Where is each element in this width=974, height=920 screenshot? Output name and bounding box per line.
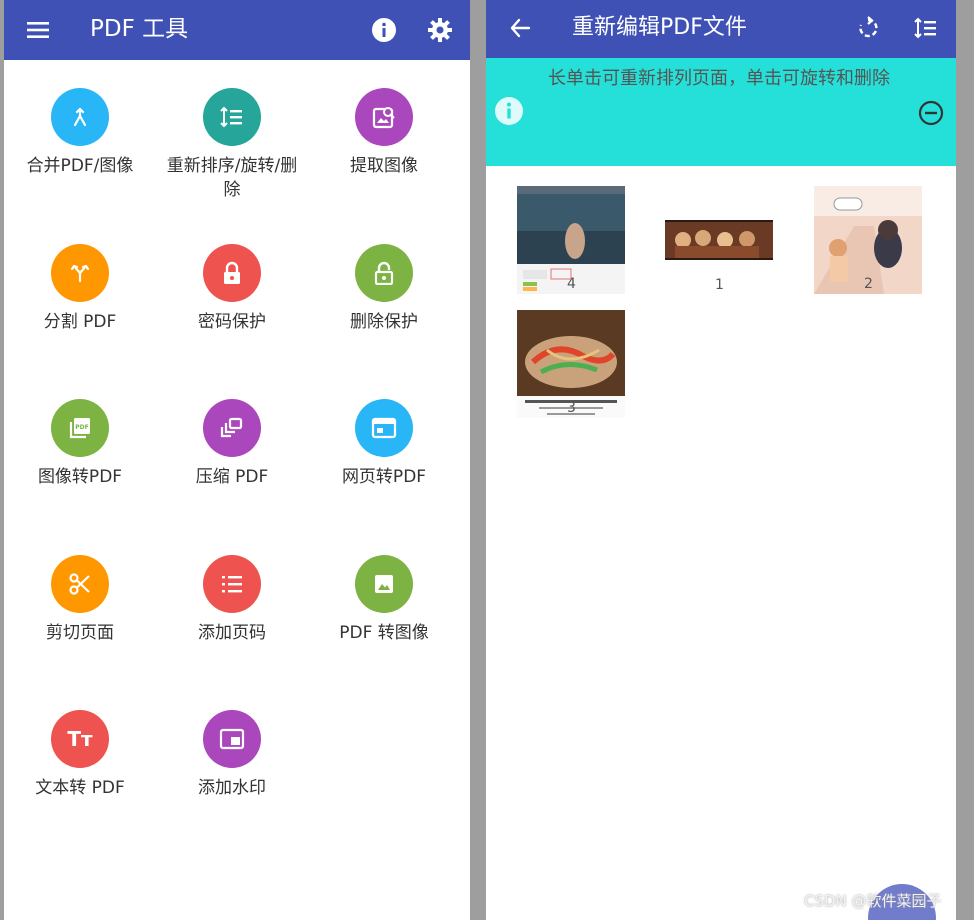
watermark-icon xyxy=(203,710,261,768)
tool-label: 分割 PDF xyxy=(43,311,117,332)
tool-image-to-pdf[interactable]: PDF 图像转PDF xyxy=(4,399,156,555)
page-thumbnail[interactable]: 2 xyxy=(814,186,922,294)
watermark: CSDN @软件菜园子 xyxy=(804,892,942,910)
tool-label: PDF 转图像 xyxy=(339,622,429,643)
tool-label: 剪切页面 xyxy=(46,622,114,643)
extract-image-icon xyxy=(355,88,413,146)
info-icon xyxy=(494,96,524,130)
info-banner: 长单击可重新排列页面，单击可旋转和删除 xyxy=(486,58,956,166)
tool-reorder[interactable]: 重新排序/旋转/删除 xyxy=(156,88,308,244)
rotate-icon[interactable] xyxy=(852,12,884,44)
scissors-icon xyxy=(51,554,109,613)
page-number: 3 xyxy=(567,400,576,416)
back-arrow-icon[interactable] xyxy=(504,12,536,44)
split-icon xyxy=(51,243,109,302)
pdf-tools-screen: PDF 工具 合并PDF/图像 重新排序/旋转/删除 提取图像 分割 PDF 密… xyxy=(4,0,470,920)
tool-remove-protection[interactable]: 删除保护 xyxy=(308,243,460,400)
tool-pdf-to-image[interactable]: PDF 转图像 xyxy=(308,554,460,711)
tool-label: 添加页码 xyxy=(198,622,266,643)
merge-icon xyxy=(51,88,109,146)
dismiss-icon[interactable] xyxy=(918,100,944,130)
reorder-list-icon xyxy=(203,88,261,146)
app-title: PDF 工具 xyxy=(90,16,189,42)
tool-add-page-numbers[interactable]: 添加页码 xyxy=(156,554,308,711)
compress-icon xyxy=(203,399,261,457)
tool-text-to-pdf[interactable]: Tт 文本转 PDF xyxy=(4,710,156,866)
menu-icon[interactable] xyxy=(22,14,54,46)
svg-text:PDF: PDF xyxy=(75,424,88,431)
tool-label: 压缩 PDF xyxy=(195,467,269,487)
app-bar: 重新编辑PDF文件 xyxy=(486,0,956,58)
numbered-list-icon xyxy=(203,554,261,613)
photo-thumbnail-icon xyxy=(665,220,773,260)
pdf-file-icon: PDF xyxy=(51,399,109,457)
webpage-icon xyxy=(355,399,413,457)
page-thumbnail[interactable]: 4 xyxy=(517,186,625,294)
app-bar: PDF 工具 xyxy=(4,0,470,60)
tool-label: 合并PDF/图像 xyxy=(26,156,134,176)
tool-label: 图像转PDF xyxy=(37,467,123,487)
sort-icon[interactable] xyxy=(910,12,942,44)
info-icon[interactable] xyxy=(368,14,400,46)
tool-compress[interactable]: 压缩 PDF xyxy=(156,399,308,555)
screen-title: 重新编辑PDF文件 xyxy=(572,15,747,40)
image-icon xyxy=(355,554,413,613)
tool-label: 重新排序/旋转/删除 xyxy=(166,156,298,200)
gear-icon[interactable] xyxy=(424,14,456,46)
tool-label: 网页转PDF xyxy=(341,467,427,487)
tool-label: 添加水印 xyxy=(198,778,266,798)
page-number: 2 xyxy=(864,276,873,292)
tool-label: 提取图像 xyxy=(350,156,418,176)
page-number: 1 xyxy=(715,277,724,293)
tool-split[interactable]: 分割 PDF xyxy=(4,243,156,400)
info-text: 长单击可重新排列页面，单击可旋转和删除 xyxy=(548,68,890,89)
tool-password-protect[interactable]: 密码保护 xyxy=(156,243,308,400)
text-icon: Tт xyxy=(51,710,109,768)
tool-add-watermark[interactable]: 添加水印 xyxy=(156,710,308,866)
tool-cut-pages[interactable]: 剪切页面 xyxy=(4,554,156,711)
tool-label: 文本转 PDF xyxy=(35,778,125,798)
unlock-icon xyxy=(355,243,413,302)
tool-webpage-to-pdf[interactable]: 网页转PDF xyxy=(308,399,460,555)
page-thumbnail[interactable]: 1 xyxy=(665,220,773,293)
reorder-pdf-screen: 重新编辑PDF文件 长单击可重新排列页面，单击可旋转和删除 4 1 2 3 xyxy=(486,0,956,920)
tool-label: 删除保护 xyxy=(350,311,418,332)
text-icon-glyph: Tт xyxy=(67,727,93,751)
lock-icon xyxy=(203,243,261,302)
tool-extract-image[interactable]: 提取图像 xyxy=(308,88,460,244)
page-number: 4 xyxy=(567,276,576,292)
tool-label: 密码保护 xyxy=(198,311,266,332)
page-thumbnail[interactable]: 3 xyxy=(517,310,625,418)
tool-grid: 合并PDF/图像 重新排序/旋转/删除 提取图像 分割 PDF 密码保护 删除保… xyxy=(4,88,470,866)
tool-merge[interactable]: 合并PDF/图像 xyxy=(4,88,156,244)
